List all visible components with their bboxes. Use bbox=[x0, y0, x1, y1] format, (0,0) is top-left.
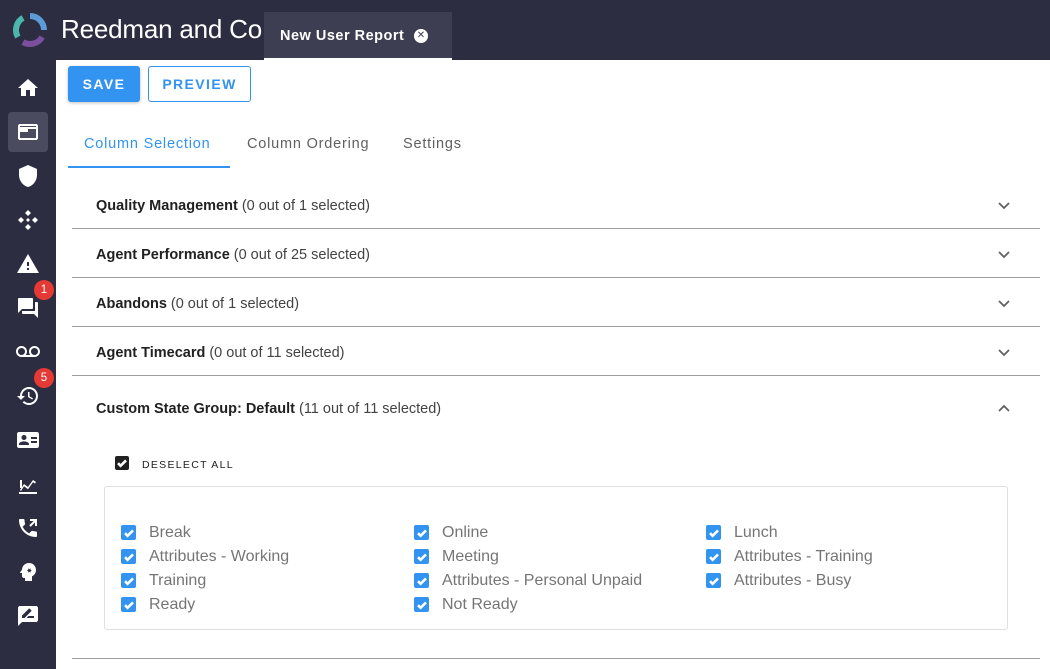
history-icon bbox=[17, 387, 38, 405]
section-count: (0 out of 25 selected) bbox=[233, 247, 370, 263]
section-title: Agent Timecard (0 out of 11 selected) bbox=[96, 345, 344, 361]
chat-badge: 1 bbox=[34, 280, 54, 300]
open-report-tab-label: New User Report bbox=[280, 28, 405, 44]
window-icon bbox=[18, 124, 38, 140]
app-title: Reedman and Co bbox=[61, 14, 262, 44]
chat-icon bbox=[18, 298, 38, 318]
sidebar-item-contacts[interactable] bbox=[8, 420, 48, 460]
option-label: Ready bbox=[149, 596, 196, 613]
option-label: Meeting bbox=[442, 548, 499, 565]
option-label: Attributes - Busy bbox=[734, 572, 852, 589]
shield-icon bbox=[19, 165, 37, 187]
sidebar-item-security[interactable] bbox=[8, 156, 48, 196]
close-circle-icon[interactable]: ✕ bbox=[414, 29, 428, 43]
option-checkbox-break[interactable] bbox=[121, 525, 136, 540]
option-checkbox-attributes-working[interactable] bbox=[121, 549, 136, 564]
sidebar-item-ai[interactable] bbox=[8, 552, 48, 592]
section-title: Agent Performance (0 out of 25 selected) bbox=[96, 247, 370, 263]
option-checkbox-online[interactable] bbox=[414, 525, 429, 540]
option-checkbox-attributes-training[interactable] bbox=[706, 549, 721, 564]
section-custom-state-group[interactable]: Custom State Group: Default (11 out of 11… bbox=[72, 376, 1040, 440]
sidebar-item-alerts[interactable] bbox=[8, 244, 48, 284]
option-checkbox-meeting[interactable] bbox=[414, 549, 429, 564]
feedback-icon bbox=[18, 606, 38, 626]
option-checkbox-training[interactable] bbox=[121, 573, 136, 588]
option-label: Online bbox=[442, 524, 489, 541]
top-bar: Reedman and Co New User Report ✕ bbox=[0, 0, 1050, 60]
sidebar-item-feedback[interactable] bbox=[8, 596, 48, 636]
option-label: Attributes - Training bbox=[734, 548, 873, 565]
phone-forward-icon bbox=[19, 519, 37, 537]
option-label: Not Ready bbox=[442, 596, 518, 613]
option-checkbox-attributes-personal-unpaid[interactable] bbox=[414, 573, 429, 588]
section-count: (0 out of 11 selected) bbox=[209, 345, 345, 361]
active-tab-indicator bbox=[68, 166, 230, 168]
section-name: Agent Performance bbox=[96, 247, 230, 263]
section-name: Quality Management bbox=[96, 198, 238, 214]
option-label: Training bbox=[149, 572, 207, 589]
sidebar-item-analytics[interactable] bbox=[8, 464, 48, 504]
warning-icon bbox=[17, 254, 39, 273]
tab-settings[interactable]: Settings bbox=[403, 136, 462, 168]
tab-column-ordering[interactable]: Column Ordering bbox=[247, 136, 369, 168]
tab-column-selection[interactable]: Column Selection bbox=[84, 136, 210, 168]
section-title: Abandons (0 out of 1 selected) bbox=[96, 296, 299, 312]
chevron-down-icon[interactable] bbox=[996, 246, 1012, 262]
section-abandons[interactable]: Abandons (0 out of 1 selected) bbox=[72, 278, 1040, 327]
voicemail-icon bbox=[16, 346, 40, 357]
diamond-arrows-icon bbox=[18, 210, 38, 230]
deselect-all-checkbox[interactable] bbox=[115, 456, 129, 470]
section-quality-management[interactable]: Quality Management (0 out of 1 selected) bbox=[72, 180, 1040, 229]
option-checkbox-ready[interactable] bbox=[121, 597, 136, 612]
brain-icon bbox=[20, 563, 36, 581]
sidebar-item-routing[interactable] bbox=[8, 200, 48, 240]
option-label: Attributes - Personal Unpaid bbox=[442, 572, 643, 589]
sidebar-item-reports[interactable] bbox=[8, 112, 48, 152]
chevron-down-icon[interactable] bbox=[996, 295, 1012, 311]
save-button[interactable]: SAVE bbox=[68, 66, 140, 102]
section-title: Custom State Group: Default (11 out of 11… bbox=[96, 401, 441, 417]
preview-button[interactable]: PREVIEW bbox=[148, 66, 251, 102]
section-title: Quality Management (0 out of 1 selected) bbox=[96, 198, 370, 214]
sidebar-item-voicemail[interactable] bbox=[8, 332, 48, 372]
sidebar-item-calls[interactable] bbox=[8, 508, 48, 548]
section-divider bbox=[72, 658, 1040, 659]
option-checkbox-attributes-busy[interactable] bbox=[706, 573, 721, 588]
section-name: Custom State Group: Default bbox=[96, 401, 295, 417]
contact-card-icon bbox=[17, 432, 39, 448]
section-name: Agent Timecard bbox=[96, 345, 206, 361]
sidebar-item-home[interactable] bbox=[8, 68, 48, 108]
chevron-down-icon[interactable] bbox=[996, 197, 1012, 213]
company-logo bbox=[13, 13, 47, 47]
open-report-tab[interactable]: New User Report ✕ bbox=[264, 12, 452, 60]
deselect-all-label: DESELECT ALL bbox=[142, 459, 234, 471]
home-icon bbox=[18, 79, 38, 96]
option-label: Attributes - Working bbox=[149, 548, 290, 565]
chevron-up-icon[interactable] bbox=[996, 400, 1012, 416]
section-count: (0 out of 1 selected) bbox=[170, 296, 300, 312]
chart-icon bbox=[19, 480, 37, 494]
section-agent-performance[interactable]: Agent Performance (0 out of 25 selected) bbox=[72, 229, 1040, 278]
section-count: (11 out of 11 selected) bbox=[298, 401, 442, 417]
section-agent-timecard[interactable]: Agent Timecard (0 out of 11 selected) bbox=[72, 327, 1040, 376]
option-label: Break bbox=[149, 524, 191, 541]
option-checkbox-lunch[interactable] bbox=[706, 525, 721, 540]
section-count: (0 out of 1 selected) bbox=[241, 198, 370, 214]
sidebar: 1 5 bbox=[0, 60, 56, 669]
history-badge: 5 bbox=[34, 368, 54, 388]
option-checkbox-not-ready[interactable] bbox=[414, 597, 429, 612]
chevron-down-icon[interactable] bbox=[996, 344, 1012, 360]
option-label: Lunch bbox=[734, 524, 778, 541]
section-name: Abandons bbox=[96, 296, 167, 312]
